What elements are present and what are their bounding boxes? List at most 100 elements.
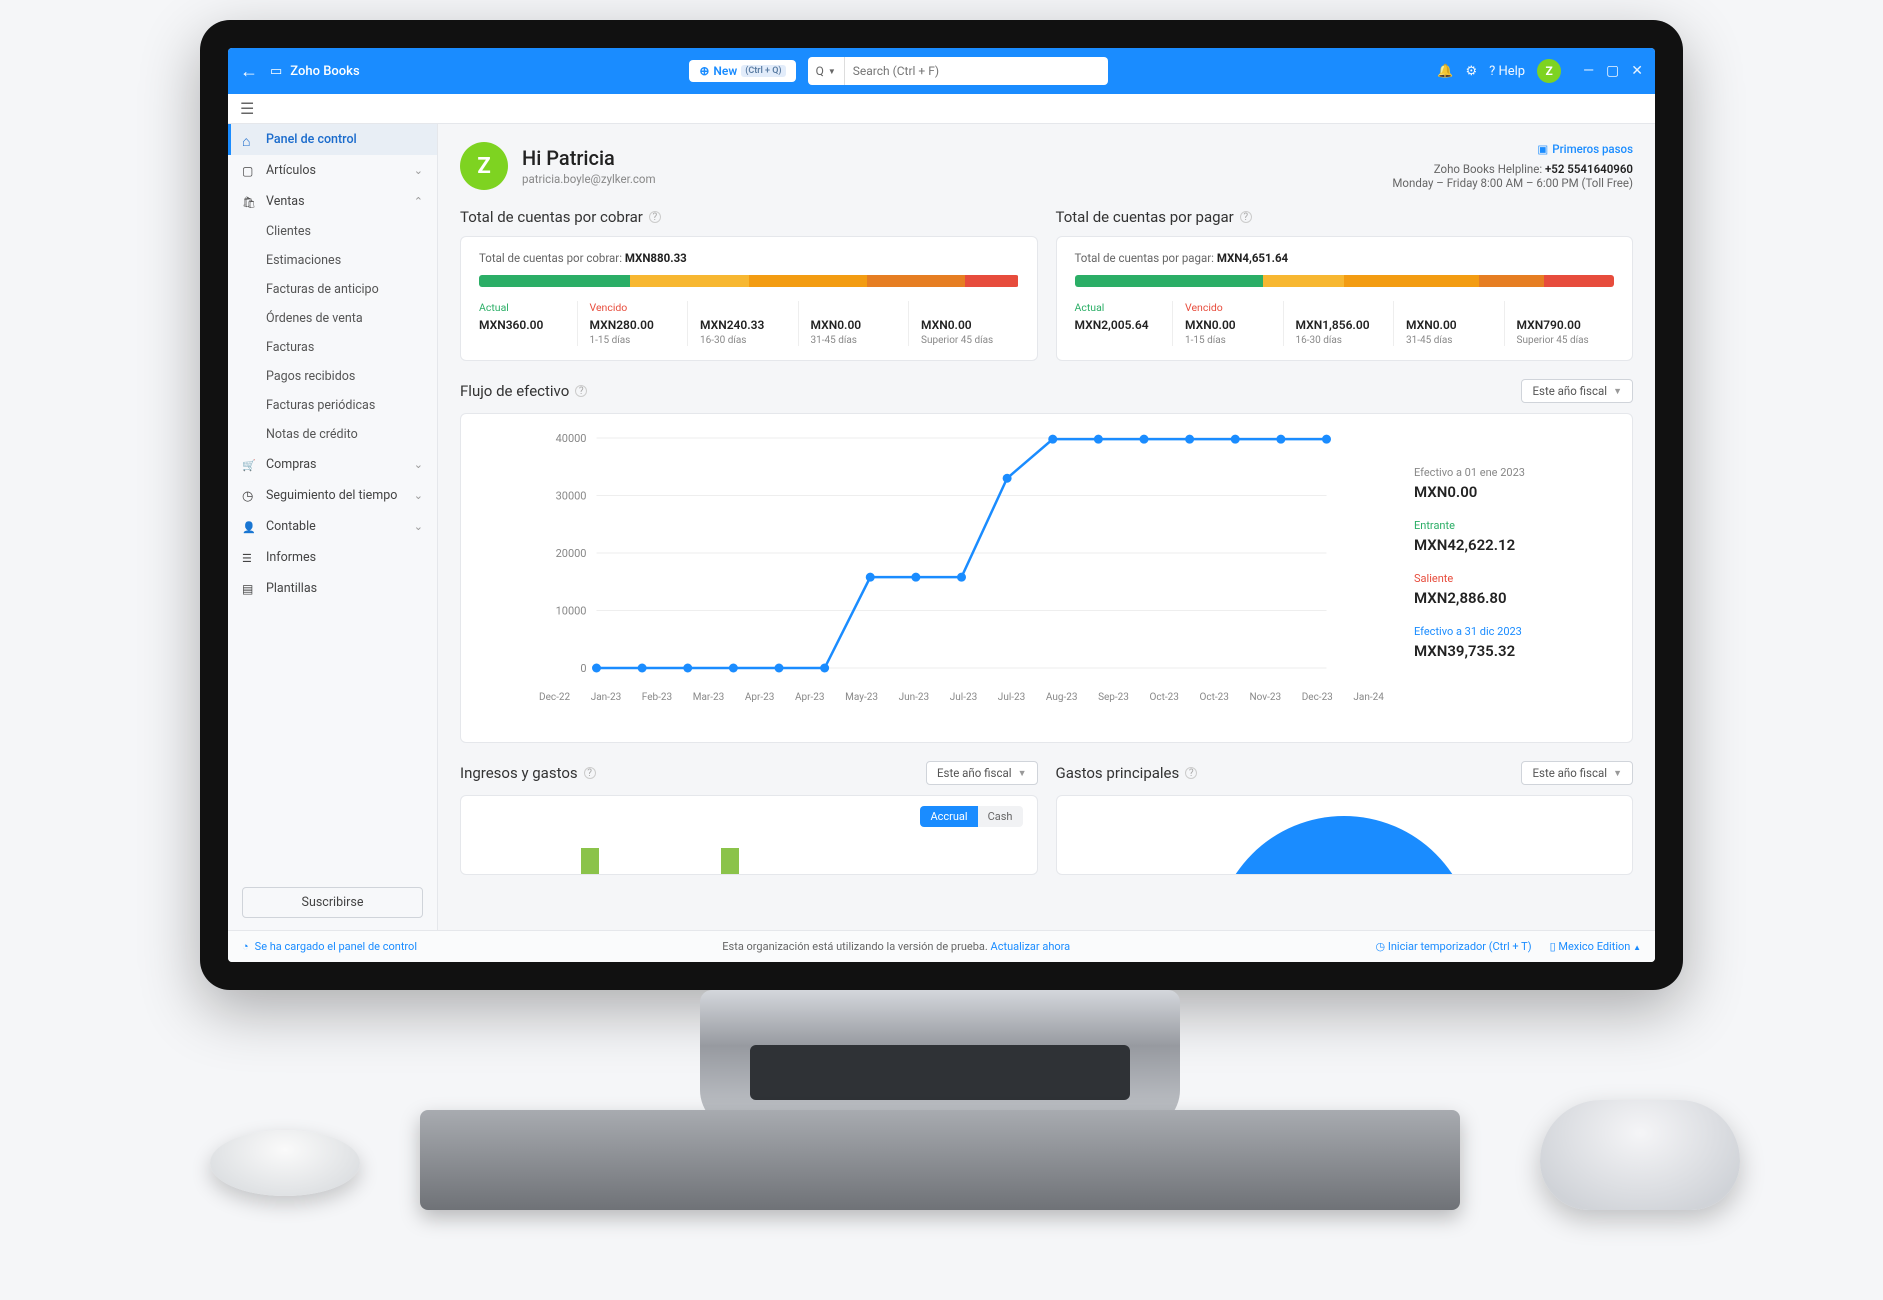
hamburger-icon[interactable]: ☰ [240,99,254,118]
sidebar-item-label: Panel de control [266,132,357,147]
back-arrow-icon[interactable]: ← [240,61,258,82]
info-icon[interactable]: ? [1240,211,1252,223]
app-header: ← ▭ Zoho Books ⊕ New (Ctrl + Q) Q▼ 🔔 ⚙ ?… [228,48,1655,94]
sidebar-subitem[interactable]: Facturas periódicas [228,391,437,420]
search-scope[interactable]: Q▼ [808,57,845,85]
sidebar-subitem[interactable]: Pagos recibidos [228,362,437,391]
user-avatar[interactable]: Z [1537,59,1561,83]
top-expenses-dropdown[interactable]: Este año fiscal▼ [1521,761,1633,785]
aging-column: VencidoMXN0.001-15 días [1172,301,1283,346]
receivables-title: Total de cuentas por cobrar? [460,208,1038,226]
payables-bar [1075,275,1615,287]
x-tick-label: Oct-23 [1150,692,1179,703]
aging-column: MXN0.0031-45 días [798,301,909,346]
sidebar-item-label: Artículos [266,163,316,178]
sidebar-subitem[interactable]: Notas de crédito [228,420,437,449]
payables-aging: ActualMXN2,005.64VencidoMXN0.001-15 días… [1075,301,1615,346]
cashflow-end-label: Efectivo a 31 dic 2023 [1414,625,1614,638]
edition-selector[interactable]: ▯ Mexico Edition ▲ [1550,940,1641,953]
receivables-card: Total de cuentas por cobrar: MXN880.33 A… [460,236,1038,361]
timer-icon: ◷ [1375,940,1385,953]
info-icon[interactable]: ? [575,385,587,397]
subscribe-button[interactable]: Suscribirse [242,887,423,918]
payables-total: Total de cuentas por pagar: MXN4,651.64 [1075,251,1615,265]
book-icon: ▭ [270,64,282,79]
sidebar-item-timetracking[interactable]: Seguimiento del tiempo⌄ [228,480,437,511]
bell-small-icon: ◔ [242,940,249,953]
chevron-down-icon: ⌄ [414,489,423,502]
sidebar-item-reports[interactable]: Informes [228,542,437,573]
top-expenses-title: Gastos principales? [1056,764,1198,782]
sidebar-item-dashboard[interactable]: Panel de control [228,124,437,155]
aging-column: MXN790.00Superior 45 días [1504,301,1615,346]
sidebar-item-sales[interactable]: Ventas⌃ [228,186,437,217]
info-icon[interactable]: ? [649,211,661,223]
x-tick-label: Jul-23 [950,692,977,703]
window-minimize-icon[interactable]: — [1583,63,1594,79]
aging-column: VencidoMXN280.001-15 días [577,301,688,346]
settings-gear-icon[interactable]: ⚙ [1465,64,1477,79]
x-tick-label: Apr-23 [745,692,775,703]
new-button-label: New [713,64,737,78]
sidebar-item-accounting[interactable]: Contable⌄ [228,511,437,542]
cashflow-end-value: MXN39,735.32 [1414,642,1614,660]
cashflow-out-label: Saliente [1414,572,1614,585]
start-timer-link[interactable]: ◷ Iniciar temporizador (Ctrl + T) [1375,940,1531,953]
receivables-bar [479,275,1019,287]
cashflow-period-dropdown[interactable]: Este año fiscal▼ [1521,379,1633,403]
aging-column: MXN1,856.0016-30 días [1283,301,1394,346]
box-icon [242,164,256,178]
receivables-total: Total de cuentas por cobrar: MXN880.33 [479,251,1019,265]
x-tick-label: Oct-23 [1200,692,1229,703]
greeting-title: Hi Patricia [522,146,656,170]
sub-header: ☰ [228,94,1655,124]
sidebar-item-label: Contable [266,519,316,534]
sidebar-subitem[interactable]: Facturas de anticipo [228,275,437,304]
aging-column: MXN0.0031-45 días [1393,301,1504,346]
upgrade-link[interactable]: Actualizar ahora [991,940,1071,953]
toggle-cash[interactable]: Cash [978,806,1023,827]
help-button[interactable]: ? Help [1489,64,1525,79]
report-icon [242,551,256,565]
toggle-accrual[interactable]: Accrual [920,806,977,827]
first-steps-link[interactable]: ▣Primeros pasos [1392,142,1633,156]
search-input[interactable] [845,64,1108,78]
chevron-down-icon: ⌄ [414,164,423,177]
x-tick-label: Feb-23 [642,692,672,703]
info-icon[interactable]: ? [1185,767,1197,779]
income-expense-dropdown[interactable]: Este año fiscal▼ [926,761,1038,785]
sidebar-subitem[interactable]: Órdenes de venta [228,304,437,333]
sidebar-subitem[interactable]: Facturas [228,333,437,362]
accounting-icon [242,520,256,534]
sidebar-item-templates[interactable]: Plantillas [228,573,437,604]
x-tick-label: Jan-24 [1353,692,1383,703]
x-tick-label: Mar-23 [693,692,725,703]
cashflow-in-label: Entrante [1414,519,1614,532]
bag-icon [242,458,256,472]
cashflow-out-value: MXN2,886.80 [1414,589,1614,607]
sidebar-item-purchases[interactable]: Compras⌄ [228,449,437,480]
new-button[interactable]: ⊕ New (Ctrl + Q) [689,60,795,82]
info-icon[interactable]: ? [584,767,596,779]
bell-icon[interactable]: 🔔 [1437,64,1453,79]
org-avatar: Z [460,142,508,190]
aging-column: MXN0.00Superior 45 días [908,301,1019,346]
rocket-icon: ▣ [1537,142,1548,156]
helpline-label: Zoho Books Helpline: [1434,162,1542,176]
x-tick-label: Dec-22 [539,692,570,703]
income-expense-card: Accrual Cash [460,795,1038,875]
sidebar-subitem[interactable]: Clientes [228,217,437,246]
aging-column: ActualMXN2,005.64 [1075,301,1173,346]
window-close-icon[interactable]: ✕ [1631,63,1643,79]
cashflow-title: Flujo de efectivo? [460,382,587,400]
sidebar-item-articles[interactable]: Artículos ⌄ [228,155,437,186]
cashflow-start-label: Efectivo a 01 ene 2023 [1414,466,1614,479]
x-tick-label: Sep-23 [1098,692,1129,703]
search-box[interactable]: Q▼ [808,57,1108,85]
sidebar-subitem[interactable]: Estimaciones [228,246,437,275]
accrual-cash-toggle[interactable]: Accrual Cash [920,806,1022,827]
status-message: ◔Se ha cargado el panel de control [242,940,417,953]
flag-icon: ▯ [1550,940,1556,953]
window-maximize-icon[interactable]: ▢ [1606,63,1619,79]
svg-text:0: 0 [580,662,586,675]
